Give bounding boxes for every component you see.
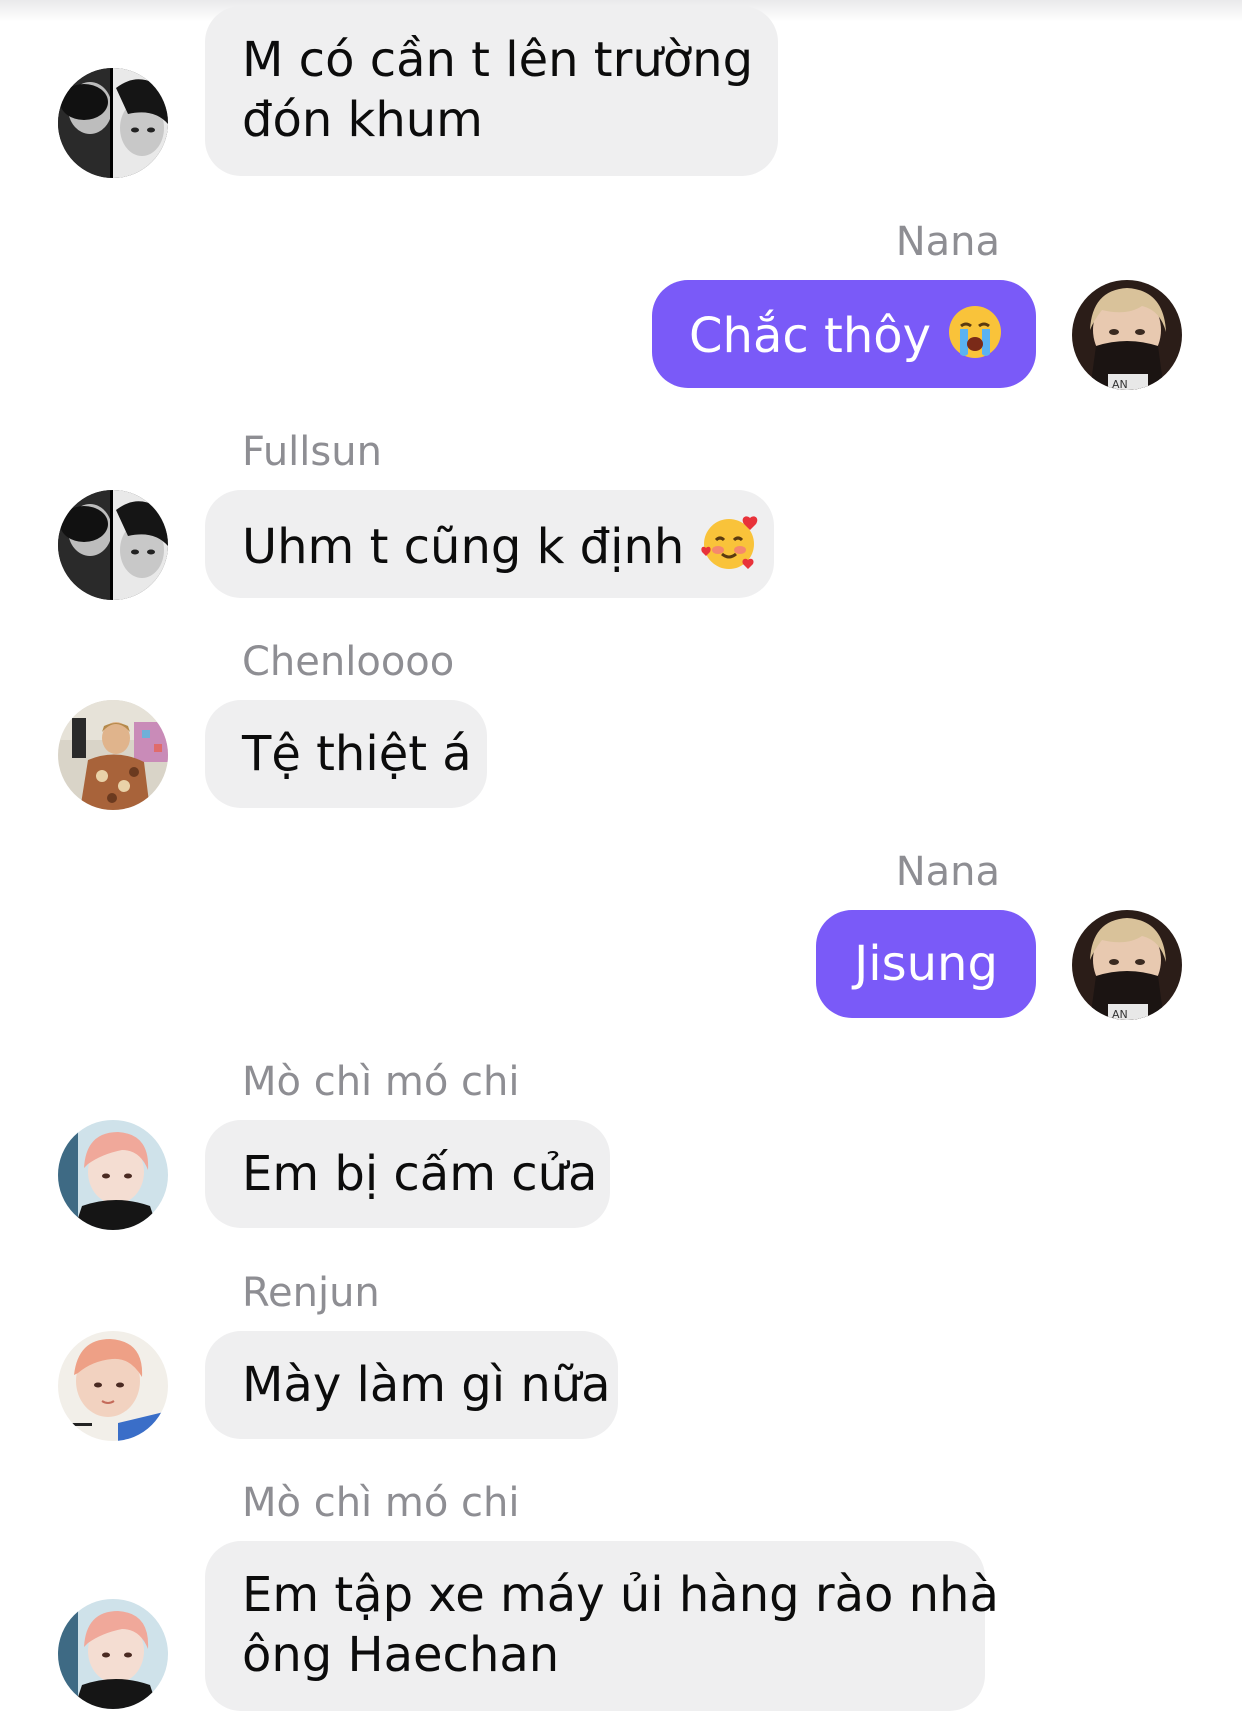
message-text-line: ông Haechan bbox=[242, 1627, 560, 1683]
svg-text:AN: AN bbox=[1112, 1008, 1128, 1020]
message-text: Chắc thôy bbox=[689, 308, 932, 364]
message-text: Jisung bbox=[854, 936, 998, 992]
message-text: Uhm t cũng k định bbox=[242, 519, 685, 575]
bw-photo-avatar-icon bbox=[58, 490, 168, 600]
avatar[interactable]: AN bbox=[1072, 280, 1182, 390]
blond-masked-avatar-icon: AN bbox=[1072, 910, 1182, 1020]
message-bubble[interactable]: M có cần t lên trường đón khum bbox=[205, 6, 778, 176]
sender-name: Nana bbox=[895, 219, 1000, 265]
crying-face-emoji-icon bbox=[947, 304, 1003, 374]
sender-name: Mò chì mó chi bbox=[242, 1480, 520, 1526]
sender-name: Renjun bbox=[242, 1270, 380, 1316]
sender-name: Chenloooo bbox=[242, 639, 455, 685]
pink-hair-avatar-icon bbox=[58, 1331, 168, 1441]
message-text-line: Em tập xe máy ủi hàng rào nhà bbox=[242, 1567, 999, 1623]
pink-hair-avatar-icon bbox=[58, 1599, 168, 1709]
message-text: Em bị cấm cửa bbox=[242, 1146, 598, 1202]
message-text-line: M có cần t lên trường bbox=[242, 32, 754, 88]
message-text: Mày làm gì nữa bbox=[242, 1357, 611, 1413]
message-text-line: đón khum bbox=[242, 92, 483, 148]
svg-text:AN: AN bbox=[1112, 378, 1128, 390]
avatar[interactable] bbox=[58, 1120, 168, 1230]
message-bubble[interactable]: Em tập xe máy ủi hàng rào nhà ông Haecha… bbox=[205, 1541, 999, 1711]
smiling-face-with-hearts-emoji-icon bbox=[700, 514, 760, 586]
avatar[interactable] bbox=[58, 1331, 168, 1441]
message-bubble[interactable]: Uhm t cũng k định bbox=[205, 490, 774, 598]
sender-name: Nana bbox=[895, 849, 1000, 895]
avatar[interactable] bbox=[58, 1599, 168, 1709]
message-bubble[interactable]: Chắc thôy bbox=[652, 280, 1036, 388]
sender-name: Fullsun bbox=[242, 429, 382, 475]
chat-thread[interactable]: M có cần t lên trường đón khum Nana Chắc… bbox=[0, 0, 1242, 1719]
message-bubble[interactable]: Mày làm gì nữa bbox=[205, 1331, 618, 1439]
bw-photo-avatar-icon bbox=[58, 68, 168, 178]
avatar[interactable] bbox=[58, 68, 168, 178]
message-bubble[interactable]: Em bị cấm cửa bbox=[205, 1120, 610, 1228]
avatar[interactable]: AN bbox=[1072, 910, 1182, 1020]
message-bubble[interactable]: Tệ thiệt á bbox=[205, 700, 487, 808]
blond-masked-avatar-icon: AN bbox=[1072, 280, 1182, 390]
sender-name: Mò chì mó chi bbox=[242, 1059, 520, 1105]
avatar[interactable] bbox=[58, 490, 168, 600]
avatar[interactable] bbox=[58, 700, 168, 810]
message-bubble[interactable]: Jisung bbox=[816, 910, 1036, 1018]
message-text: Tệ thiệt á bbox=[242, 726, 472, 782]
colorful-room-avatar-icon bbox=[58, 700, 168, 810]
pink-hair-avatar-icon bbox=[58, 1120, 168, 1230]
